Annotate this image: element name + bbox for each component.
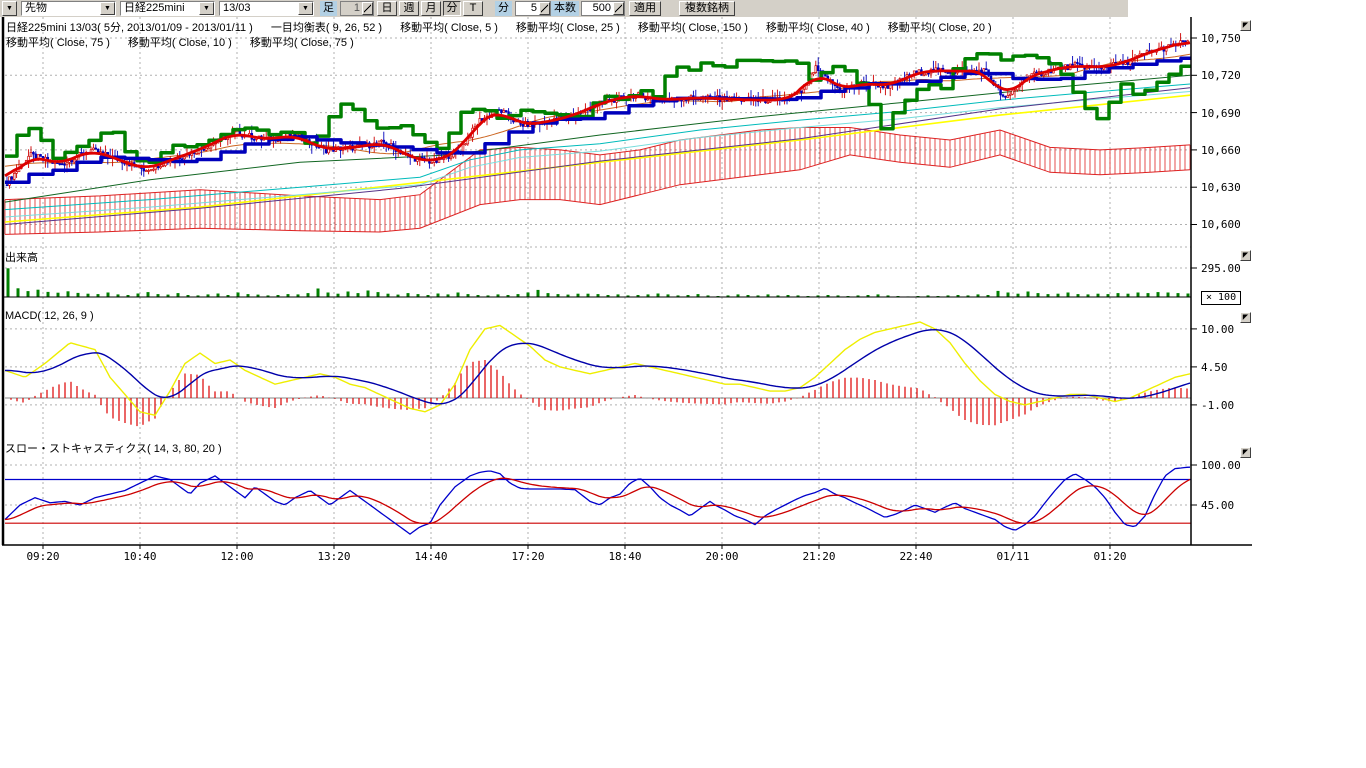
chart-title: 日経225mini 13/03( 5分, 2013/01/09 - 2013/0… — [6, 22, 253, 34]
macd-axis-label: -1.00 — [1201, 399, 1234, 412]
toolbar: ▼ 先物 ▼ 日経225mini ▼ 13/03 ▼ 足 1 日 週 月 分 T… — [0, 0, 1128, 17]
x-axis-label: 14:40 — [414, 550, 447, 563]
app-window: { "toolbar": { "mini_dropdown_icon": "▼"… — [0, 0, 1366, 768]
period-day-button[interactable]: 日 — [377, 1, 397, 16]
indicator-ma150-label: 移動平均( Close, 150 ) — [638, 22, 748, 34]
indicator-ma40-label: 移動平均( Close, 40 ) — [766, 22, 870, 34]
stoch-pane-label: スロー・ストキャスティクス( 14, 3, 80, 20 ) — [5, 440, 222, 456]
indicator-ma20-label: 移動平均( Close, 20 ) — [888, 22, 992, 34]
pane-resize-button-stoch[interactable]: ◤ — [1240, 447, 1251, 458]
x-axis-label: 01/11 — [996, 550, 1029, 563]
stoch-axis-label: 100.00 — [1201, 459, 1241, 472]
period-month-button[interactable]: 月 — [421, 1, 441, 16]
indicator-ma5-label: 移動平均( Close, 5 ) — [400, 22, 498, 34]
dropdown-arrow-icon[interactable]: ▼ — [100, 2, 115, 15]
x-axis-label: 21:20 — [802, 550, 835, 563]
minute-value: 5 — [516, 2, 539, 15]
pane-resize-button-volume[interactable]: ◤ — [1240, 250, 1251, 261]
symbol-combobox[interactable]: 日経225mini ▼ — [120, 1, 215, 16]
indicator-ma25-label: 移動平均( Close, 25 ) — [516, 22, 620, 34]
x-axis-label: 01:20 — [1093, 550, 1126, 563]
x-axis-label: 18:40 — [608, 550, 641, 563]
x-axis-label: 12:00 — [220, 550, 253, 563]
spinner-button[interactable] — [613, 2, 624, 15]
pane-resize-button-main[interactable]: ◤ — [1240, 20, 1251, 31]
bars-value: 500 — [582, 2, 613, 15]
contract-value: 13/03 — [220, 2, 298, 15]
gridlines — [5, 17, 1191, 549]
symbol-value: 日経225mini — [121, 2, 199, 15]
x-axis-label: 17:20 — [511, 550, 544, 563]
chart-canvas[interactable] — [0, 0, 1366, 768]
chart-header-line1: 日経225mini 13/03( 5分, 2013/01/09 - 2013/0… — [6, 19, 1010, 35]
chart-header-line2: 移動平均( Close, 75 ) 移動平均( Close, 10 ) 移動平均( … — [6, 34, 372, 50]
dropdown-arrow-icon[interactable]: ▼ — [298, 2, 313, 15]
period-week-button[interactable]: 週 — [399, 1, 419, 16]
volume-multiplier-box: × 100 — [1201, 291, 1241, 305]
bars-label: 本数 — [551, 1, 579, 16]
volume-axis-label: 295.00 — [1201, 262, 1241, 275]
x-axis-label: 10:40 — [123, 550, 156, 563]
dropdown-arrow-icon[interactable]: ▼ — [199, 2, 214, 15]
price-axis-label: 10,750 — [1201, 32, 1241, 45]
ashi-label: 足 — [320, 1, 337, 16]
macd-pane-label: MACD( 12, 26, 9 ) — [5, 310, 94, 322]
price-axis-label: 10,690 — [1201, 107, 1241, 120]
price-axis-label: 10,630 — [1201, 181, 1241, 194]
x-axis-label: 22:40 — [899, 550, 932, 563]
indicator-ma75b-label: 移動平均( Close, 75 ) — [250, 37, 354, 49]
multi-symbol-button[interactable]: 複数銘柄 — [679, 1, 735, 16]
price-axis-label: 10,600 — [1201, 218, 1241, 231]
period-minute-button[interactable]: 分 — [443, 1, 461, 16]
price-axis-label: 10,660 — [1201, 144, 1241, 157]
ashi-value: 1 — [341, 2, 362, 15]
period-tick-button[interactable]: T — [463, 1, 483, 16]
indicator-ichimoku-label: 一目均衡表( 9, 26, 52 ) — [271, 22, 382, 34]
spinner-button[interactable] — [362, 2, 373, 15]
stoch-axis-label: 45.00 — [1201, 499, 1234, 512]
mini-dropdown-button[interactable]: ▼ — [2, 1, 17, 16]
minute-spinner[interactable]: 5 — [515, 1, 551, 16]
volume-pane-label: 出来高 — [5, 249, 38, 265]
minute-label: 分 — [495, 1, 512, 16]
pane-resize-button-macd[interactable]: ◤ — [1240, 312, 1251, 323]
x-axis-label: 09:20 — [26, 550, 59, 563]
indicator-ma10-label: 移動平均( Close, 10 ) — [128, 37, 232, 49]
x-axis-label: 20:00 — [705, 550, 738, 563]
macd-axis-label: 10.00 — [1201, 323, 1234, 336]
ashi-spinner[interactable]: 1 — [340, 1, 374, 16]
contract-combobox[interactable]: 13/03 ▼ — [219, 1, 314, 16]
price-axis-label: 10,720 — [1201, 69, 1241, 82]
category-value: 先物 — [22, 2, 100, 15]
macd-axis-label: 4.50 — [1201, 361, 1228, 374]
indicator-ma75-label: 移動平均( Close, 75 ) — [6, 37, 110, 49]
x-axis-label: 13:20 — [317, 550, 350, 563]
spinner-button[interactable] — [539, 2, 550, 15]
category-combobox[interactable]: 先物 ▼ — [21, 1, 116, 16]
apply-button[interactable]: 適用 — [629, 1, 661, 16]
bars-spinner[interactable]: 500 — [581, 1, 625, 16]
